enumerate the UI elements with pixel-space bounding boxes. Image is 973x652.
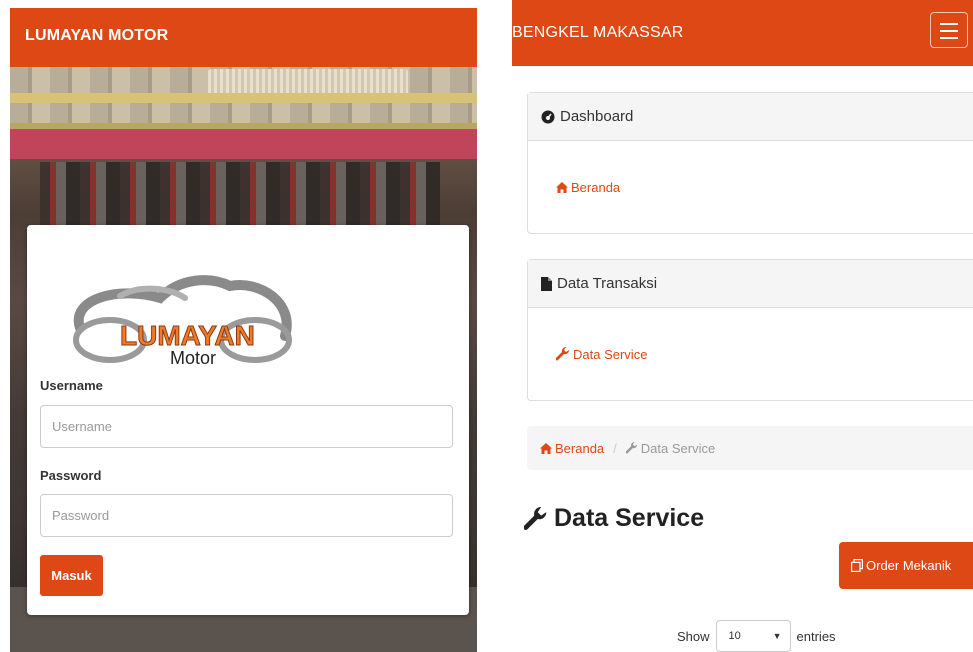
show-label: Show: [677, 628, 710, 644]
login-screen: LUMAYAN MOTOR LUMAYAN Motor Username Pas…: [10, 8, 477, 652]
workshop-background-photo: LUMAYAN Motor Username Password Masuk: [10, 67, 477, 652]
entries-label: entries: [796, 628, 836, 644]
app-screen: BENGKEL MAKASSAR Dashboard Beranda Data …: [512, 0, 973, 652]
home-icon: [540, 442, 552, 454]
data-transaksi-panel-title: Data Transaksi: [557, 275, 658, 292]
password-label: Password: [40, 468, 102, 483]
sidebar-item-beranda[interactable]: Beranda: [556, 180, 620, 195]
sidebar-item-label: Data Service: [573, 346, 648, 362]
sidebar-item-label: Beranda: [571, 179, 621, 195]
data-transaksi-panel-header[interactable]: Data Transaksi: [528, 260, 973, 308]
hamburger-icon: [940, 23, 958, 25]
dashboard-panel-header[interactable]: Dashboard: [528, 93, 973, 141]
lumayan-motor-logo: LUMAYAN Motor: [73, 275, 292, 368]
dashboard-panel-title: Dashboard: [560, 108, 634, 125]
data-transaksi-panel: Data Transaksi Data Service: [527, 259, 973, 401]
copy-icon: [851, 559, 863, 572]
breadcrumb-current-label: Data Service: [640, 440, 716, 456]
entries-length-control: Show 10 ▼ entries: [677, 620, 836, 652]
breadcrumb-home-link[interactable]: Beranda: [540, 441, 604, 456]
home-icon: [556, 181, 568, 193]
username-label: Username: [40, 378, 103, 393]
sidebar-item-data-service[interactable]: Data Service: [556, 347, 647, 362]
logo-text-lumayan: LUMAYAN: [120, 320, 255, 351]
password-input[interactable]: [40, 494, 453, 537]
entries-select[interactable]: 10 ▼: [715, 620, 791, 652]
login-navbar: LUMAYAN MOTOR: [10, 8, 477, 67]
order-mekanik-label: Order Mekanik: [866, 558, 952, 573]
chevron-down-icon: ▼: [772, 631, 782, 641]
hamburger-menu-button[interactable]: [930, 12, 968, 48]
app-navbar: BENGKEL MAKASSAR: [512, 0, 973, 66]
app-brand[interactable]: BENGKEL MAKASSAR: [512, 24, 684, 42]
login-brand[interactable]: LUMAYAN MOTOR: [25, 27, 168, 45]
wrench-icon: [556, 347, 570, 361]
logo-text-motor: Motor: [170, 348, 216, 368]
dashboard-panel-body: Beranda: [528, 141, 973, 233]
username-input[interactable]: [40, 405, 453, 448]
breadcrumb-separator: /: [613, 440, 617, 456]
data-transaksi-panel-body: Data Service: [528, 308, 973, 400]
dashboard-panel: Dashboard Beranda: [527, 92, 973, 234]
breadcrumb: Beranda / Data Service: [527, 426, 973, 470]
login-card: LUMAYAN Motor Username Password Masuk: [27, 225, 469, 615]
breadcrumb-current: Data Service: [625, 440, 716, 456]
wrench-icon: [524, 506, 547, 530]
order-mekanik-button[interactable]: Order Mekanik: [839, 542, 973, 589]
dashboard-icon: [541, 110, 555, 123]
login-submit-button[interactable]: Masuk: [40, 555, 103, 596]
entries-select-value: 10: [728, 630, 741, 642]
page-title: Data Service: [524, 504, 704, 533]
file-icon: [541, 276, 552, 291]
page-title-text: Data Service: [554, 504, 705, 532]
wrench-icon: [625, 442, 637, 454]
breadcrumb-home-label: Beranda: [555, 440, 605, 456]
